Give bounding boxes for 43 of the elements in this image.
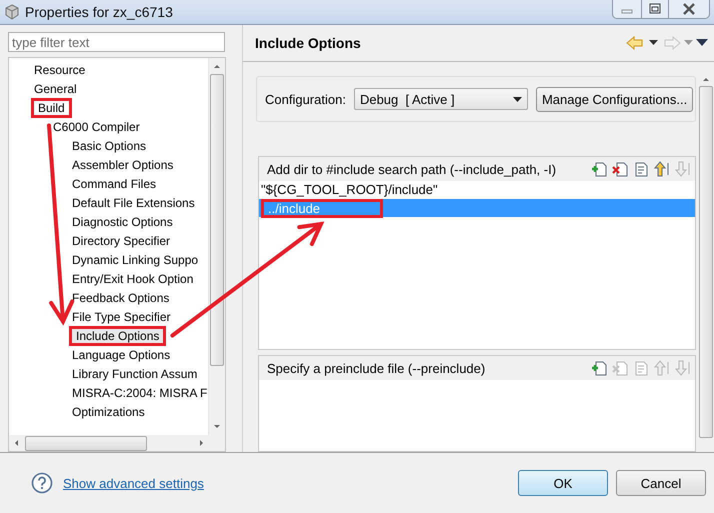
app-icon xyxy=(4,4,20,20)
tree-item[interactable]: File Type Specifier xyxy=(69,308,174,326)
horizontal-scrollbar[interactable] xyxy=(9,435,225,451)
tree-item[interactable]: General xyxy=(31,80,80,98)
list-title: Specify a preinclude file (--preinclude) xyxy=(267,360,486,376)
tree-item[interactable]: Default File Extensions xyxy=(69,194,198,212)
tree-item[interactable]: Optimizations xyxy=(69,402,148,420)
tree-item[interactable]: Directory Specifier xyxy=(69,232,174,250)
configuration-label: Configuration: xyxy=(265,92,346,106)
move-up-icon[interactable] xyxy=(654,161,670,177)
tree-item[interactable]: Basic Options xyxy=(69,136,150,154)
page-title: Include Options xyxy=(255,35,362,51)
tree-item[interactable]: Library Function Assum xyxy=(69,364,200,382)
tree-item[interactable]: MISRA-C:2004: MISRA F xyxy=(69,384,208,402)
list-item[interactable]: "${CG_TOOL_ROOT}/include" xyxy=(259,181,695,199)
help-icon[interactable] xyxy=(31,472,53,494)
add-icon[interactable] xyxy=(591,161,607,177)
tree-item[interactable]: Assembler Options xyxy=(69,156,176,174)
configuration-dropdown[interactable]: Debug [ Active ] xyxy=(354,88,528,110)
tree-item[interactable]: Feedback Options xyxy=(69,288,172,306)
cancel-button[interactable]: Cancel xyxy=(616,470,706,496)
tree-item[interactable]: Diagnostic Options xyxy=(69,212,176,230)
window-title: Properties for zx_c6713 xyxy=(25,4,174,20)
tree-item[interactable]: C6000 Compiler xyxy=(50,118,143,136)
ok-button[interactable]: OK xyxy=(518,470,608,496)
view-menu-icon[interactable] xyxy=(696,39,708,47)
tree-item[interactable]: Entry/Exit Hook Option xyxy=(69,270,196,288)
tree-item[interactable]: Language Options xyxy=(69,346,174,364)
vertical-scrollbar[interactable] xyxy=(208,58,225,435)
tree-item[interactable]: Resource xyxy=(31,60,88,78)
filter-field[interactable]: type filter text xyxy=(8,32,225,52)
dropdown-arrow-icon[interactable] xyxy=(649,40,658,46)
tree-item[interactable]: Include Options xyxy=(69,326,166,346)
manage-configurations-button[interactable]: Manage Configurations... xyxy=(536,86,694,112)
show-advanced-settings-link[interactable]: Show advanced settings xyxy=(63,476,518,490)
tree-item[interactable]: Command Files xyxy=(69,174,160,192)
tree-item[interactable]: Dynamic Linking Suppo xyxy=(69,250,202,268)
tree-item[interactable]: Build xyxy=(31,98,72,118)
add-icon[interactable] xyxy=(591,360,607,376)
edit-icon[interactable] xyxy=(633,161,649,177)
delete-icon[interactable] xyxy=(612,161,628,177)
list-title: Add dir to #include search path (--include_path, -I) xyxy=(267,162,558,176)
dropdown-arrow-icon[interactable] xyxy=(512,96,522,102)
